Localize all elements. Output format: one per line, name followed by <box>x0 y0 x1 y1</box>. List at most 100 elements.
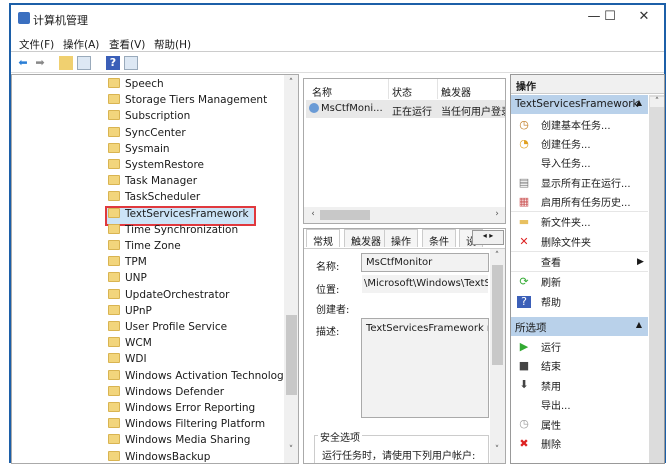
menu-view[interactable]: 查看(V) <box>109 37 145 52</box>
action-item[interactable]: ⟳ 刷新 <box>517 272 561 291</box>
action-item[interactable]: ◷ 创建基本任务... <box>517 115 610 134</box>
tab-scroll-buttons[interactable]: ◂ ▸ <box>472 230 504 245</box>
tree-item[interactable]: Windows Error Reporting <box>108 402 255 418</box>
tree-item[interactable]: TaskScheduler <box>108 191 200 207</box>
tree-item[interactable]: Subscription <box>108 110 190 126</box>
hscroll-thumb[interactable] <box>320 210 370 220</box>
tree-item[interactable]: UNP <box>108 272 147 288</box>
section-textservicesframework[interactable]: TextServicesFramework ▲ <box>511 95 648 114</box>
back-icon[interactable]: ⬅ <box>16 56 30 70</box>
action-label: 导入任务... <box>541 159 591 170</box>
tree-item-label: UpdateOrchestrator <box>125 288 230 301</box>
collapse-icon[interactable]: ▲ <box>636 98 642 107</box>
tree-item[interactable]: Windows Filtering Platform <box>108 418 265 434</box>
running-tasks-icon: ▤ <box>518 175 530 189</box>
column-trigger[interactable]: 触发器 <box>441 84 471 99</box>
tree-item[interactable]: Sysmain <box>108 142 170 159</box>
collapse-icon[interactable]: ▲ <box>636 320 642 329</box>
tree-item[interactable]: Speech <box>108 78 164 94</box>
folder-icon <box>108 94 120 105</box>
tab-general[interactable]: 常规 <box>306 229 340 248</box>
scroll-up-icon[interactable]: ˄ <box>650 97 664 107</box>
scroll-up-icon[interactable]: ˄ <box>490 251 504 261</box>
action-item[interactable]: ▬ 新文件夹... <box>517 212 591 231</box>
action-item[interactable]: 查看 ▶ <box>517 252 644 271</box>
show-hide-tree-icon[interactable] <box>77 56 91 70</box>
column-name[interactable]: 名称 <box>312 84 332 99</box>
menu-help[interactable]: 帮助(H) <box>154 37 191 52</box>
tree-item[interactable]: Time Synchronization <box>108 223 238 240</box>
tree-item[interactable]: WCM <box>108 337 152 353</box>
action-item[interactable]: ▶ 运行 <box>517 337 561 356</box>
tab-triggers[interactable]: 触发器 <box>344 229 388 248</box>
maximize-button[interactable]: ☐ <box>595 9 625 27</box>
action-item[interactable]: ▤ 显示所有正在运行... <box>517 173 631 192</box>
task-row[interactable]: MsCtfMoni... 正在运行 当任何用户登录 <box>306 100 505 118</box>
tree-item[interactable]: Windows Defender <box>108 385 224 402</box>
tree-item[interactable]: Time Zone <box>108 240 181 256</box>
tree-item[interactable]: UPnP <box>108 304 152 321</box>
scroll-right-icon[interactable]: › <box>490 209 504 219</box>
tree-item[interactable]: Windows Media Sharing <box>108 434 250 450</box>
show-action-pane-icon[interactable] <box>124 56 138 70</box>
tree-item[interactable]: SyncCenter <box>108 126 186 143</box>
delete-icon: ✖ <box>519 436 529 450</box>
tree-item[interactable]: WDI <box>108 353 147 369</box>
actions-header: 操作 <box>511 75 664 94</box>
tree-item[interactable]: TPM <box>108 256 147 272</box>
action-item[interactable]: ✖ 删除 <box>517 434 561 453</box>
action-item[interactable]: ▦ 启用所有任务历史... <box>517 192 631 211</box>
scroll-up-icon[interactable]: ˄ <box>284 78 298 88</box>
forward-icon[interactable]: ➡ <box>33 56 47 70</box>
tree-item[interactable]: User Profile Service <box>108 321 227 337</box>
up-folder-icon[interactable] <box>59 56 73 70</box>
end-icon: ■ <box>518 358 530 372</box>
tree-item-label: UPnP <box>125 304 152 317</box>
section-title: 所选项 <box>515 322 547 334</box>
folder-icon <box>108 434 120 445</box>
folder-icon <box>108 369 120 380</box>
task-history-icon: ▦ <box>518 194 530 208</box>
tree-scrollbar[interactable]: ˄ ˅ <box>284 75 298 463</box>
action-item[interactable]: ⬇ 禁用 <box>517 376 561 395</box>
tree-item[interactable]: Task Manager <box>108 175 197 191</box>
tree-item-label: UNP <box>125 272 147 285</box>
task-list-hscroll[interactable]: ‹ › <box>304 207 505 223</box>
action-item[interactable]: ◔ 创建任务... <box>517 134 590 153</box>
tree-item[interactable]: Windows Activation Technologies <box>108 369 298 386</box>
scroll-thumb[interactable] <box>492 265 503 365</box>
name-field[interactable]: MsCtfMonitor <box>361 253 489 272</box>
task-clock-icon <box>309 103 319 113</box>
tree-item[interactable]: WindowsBackup <box>108 450 210 463</box>
scroll-down-icon[interactable]: ˅ <box>490 445 504 455</box>
tree-item[interactable]: SystemRestore <box>108 159 204 175</box>
action-item[interactable]: 导出... <box>517 395 571 414</box>
action-item[interactable]: ? 帮助 <box>517 292 561 311</box>
tree-item[interactable]: TextServicesFramework <box>105 205 256 226</box>
action-label: 结束 <box>541 362 561 374</box>
details-scrollbar[interactable]: ˄ ˅ <box>490 249 505 463</box>
tab-conditions[interactable]: 条件 <box>422 229 456 248</box>
properties-icon: ◷ <box>519 417 529 431</box>
tree-item[interactable]: Storage Tiers Management <box>108 94 267 110</box>
actions-scrollbar[interactable]: ˄ <box>649 95 664 463</box>
action-label: 刷新 <box>541 278 561 289</box>
folder-icon <box>108 110 120 121</box>
action-item[interactable]: ■ 结束 <box>517 356 561 375</box>
menu-action[interactable]: 操作(A) <box>63 37 99 52</box>
column-status[interactable]: 状态 <box>392 84 412 99</box>
menu-file[interactable]: 文件(F) <box>19 37 54 52</box>
description-field[interactable]: TextServicesFramework monitor task <box>361 318 489 418</box>
action-item[interactable]: ✕ 删除文件夹 <box>517 232 591 251</box>
action-item[interactable]: 导入任务... <box>517 153 591 172</box>
scroll-thumb[interactable] <box>286 315 297 395</box>
help-icon[interactable]: ? <box>106 56 120 70</box>
tree-item[interactable]: UpdateOrchestrator <box>108 288 230 305</box>
close-button[interactable]: ✕ <box>629 9 659 27</box>
section-selected-item[interactable]: 所选项 ▲ <box>511 317 648 336</box>
tab-actions[interactable]: 操作 <box>384 229 418 248</box>
action-item[interactable]: ◷ 属性 <box>517 415 561 434</box>
scroll-left-icon[interactable]: ‹ <box>306 209 320 219</box>
blank-icon <box>517 399 531 411</box>
scroll-down-icon[interactable]: ˅ <box>284 445 298 455</box>
